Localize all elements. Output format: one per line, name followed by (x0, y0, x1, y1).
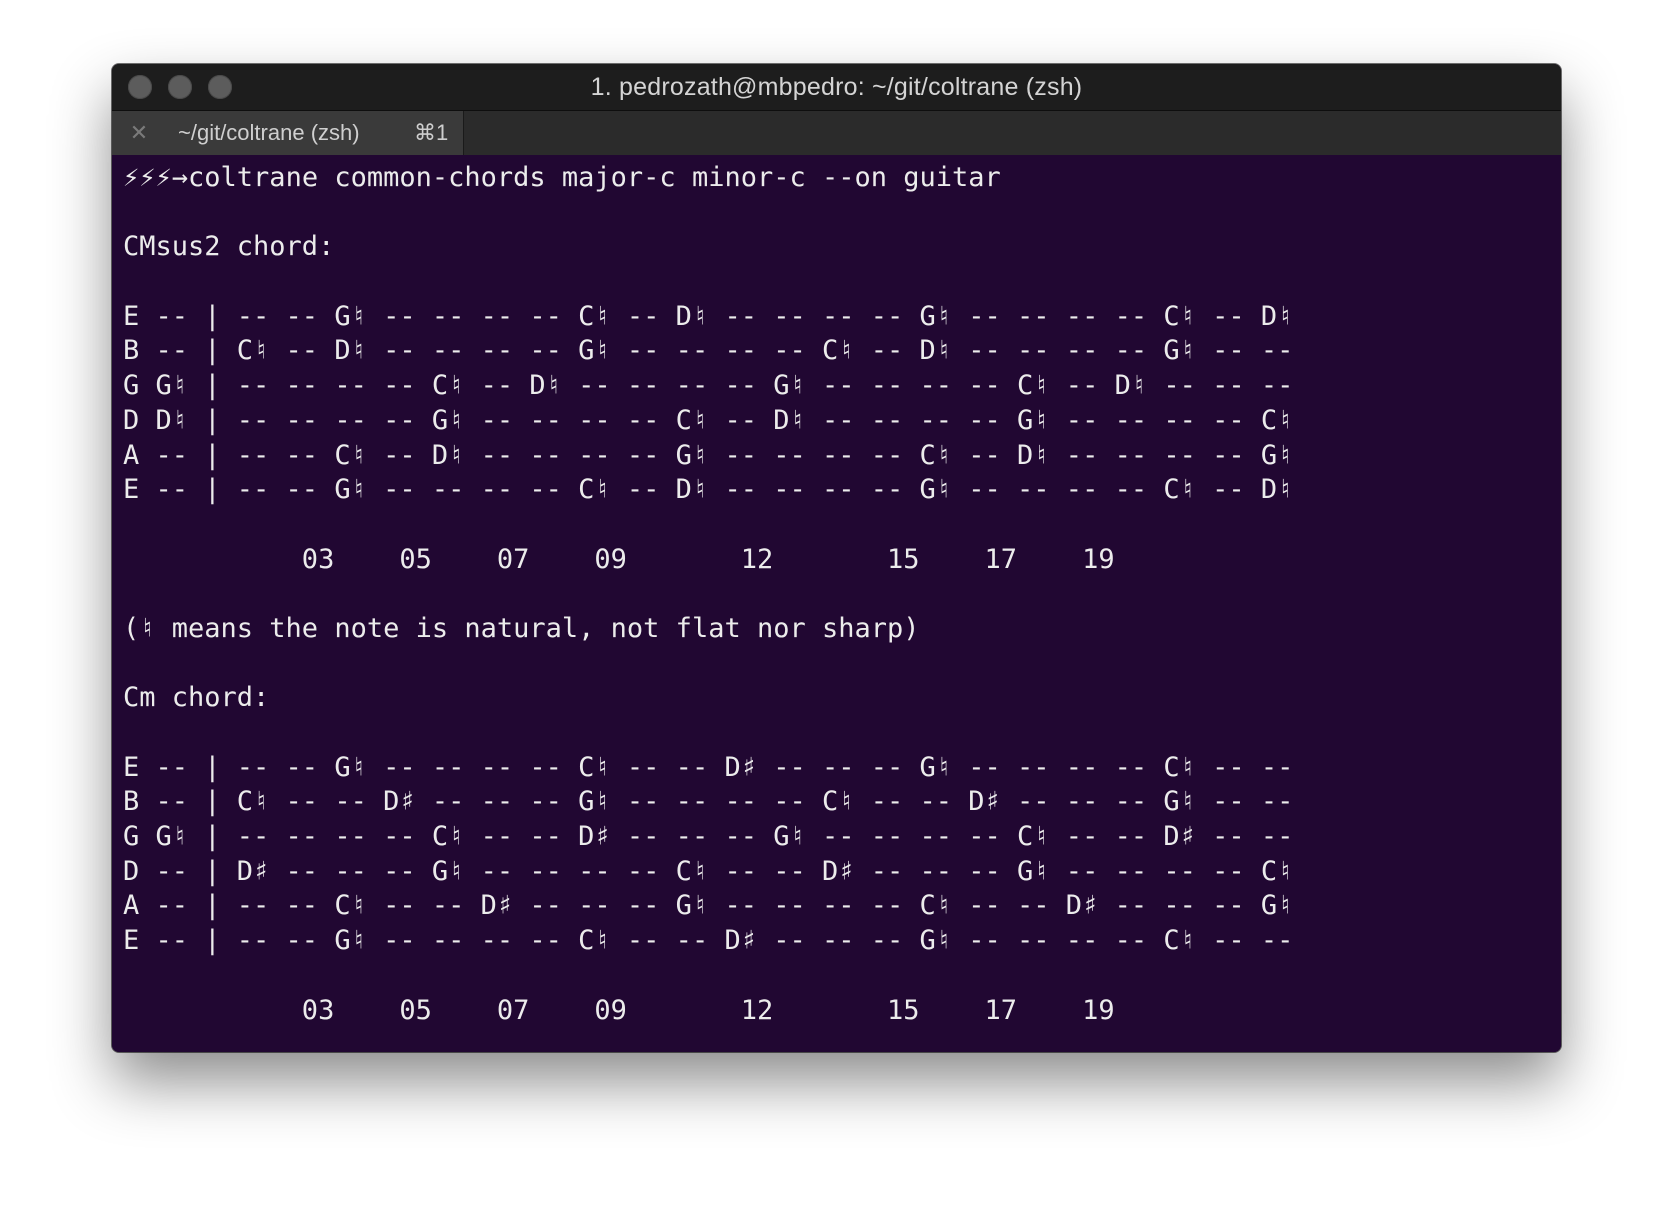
chord2-string-2: B -- | C♮ -- -- D♯ -- -- -- G♮ -- -- -- … (123, 786, 1294, 818)
chord2-string-1: E -- | -- -- G♮ -- -- -- -- C♮ -- -- D♯ … (123, 751, 1294, 783)
chord2-fret-numbers: 03 05 07 09 12 15 17 19 (123, 994, 1115, 1026)
chord1-string-2: B -- | C♮ -- D♮ -- -- -- -- G♮ -- -- -- … (123, 335, 1294, 367)
command-text: coltrane common-chords major-c minor-c -… (188, 162, 1001, 193)
chord1-fret-numbers: 03 05 07 09 12 15 17 19 (123, 543, 1115, 575)
chord2-string-4: D -- | D♯ -- -- -- G♮ -- -- -- -- C♮ -- … (123, 855, 1294, 887)
prompt-symbol: ⚡⚡⚡→ (123, 162, 189, 193)
chord1-string-6: E -- | -- -- G♮ -- -- -- -- C♮ -- D♮ -- … (123, 474, 1294, 506)
chord2-heading: Cm chord: (123, 682, 270, 714)
window-title: 1. pedrozath@mbpedro: ~/git/coltrane (zs… (590, 73, 1083, 101)
chord2-string-6: E -- | -- -- G♮ -- -- -- -- C♮ -- -- D♯ … (123, 925, 1294, 957)
close-icon[interactable]: ✕ (129, 122, 149, 144)
chord1-string-3: G G♮ | -- -- -- -- C♮ -- D♮ -- -- -- -- … (123, 370, 1294, 402)
tab-shortcut: ⌘1 (414, 120, 449, 145)
tab-coltrane[interactable]: ✕ ~/git/coltrane (zsh) ⌘1 (112, 111, 464, 155)
chord1-heading: CMsus2 chord: (123, 231, 335, 263)
natural-note-legend: (♮ means the note is natural, not flat n… (123, 612, 920, 644)
chord2-string-3: G G♮ | -- -- -- -- C♮ -- -- D♯ -- -- -- … (123, 821, 1294, 853)
command-line: ⚡⚡⚡→coltrane common-chords major-c minor… (123, 161, 1561, 196)
tab-label: ~/git/coltrane (zsh) (178, 120, 360, 145)
tab-bar: ✕ ~/git/coltrane (zsh) ⌘1 (112, 111, 1561, 156)
terminal-output[interactable]: ⚡⚡⚡→coltrane common-chords major-c minor… (112, 155, 1561, 1052)
chord1-string-5: A -- | -- -- C♮ -- D♮ -- -- -- -- G♮ -- … (123, 439, 1294, 471)
chord1-string-4: D D♮ | -- -- -- -- G♮ -- -- -- -- C♮ -- … (123, 404, 1294, 436)
terminal-window: 1. pedrozath@mbpedro: ~/git/coltrane (zs… (112, 64, 1561, 1052)
chord1-string-1: E -- | -- -- G♮ -- -- -- -- C♮ -- D♮ -- … (123, 300, 1294, 332)
chord2-string-5: A -- | -- -- C♮ -- -- D♯ -- -- -- G♮ -- … (123, 890, 1294, 922)
title-bar[interactable]: 1. pedrozath@mbpedro: ~/git/coltrane (zs… (112, 64, 1561, 111)
